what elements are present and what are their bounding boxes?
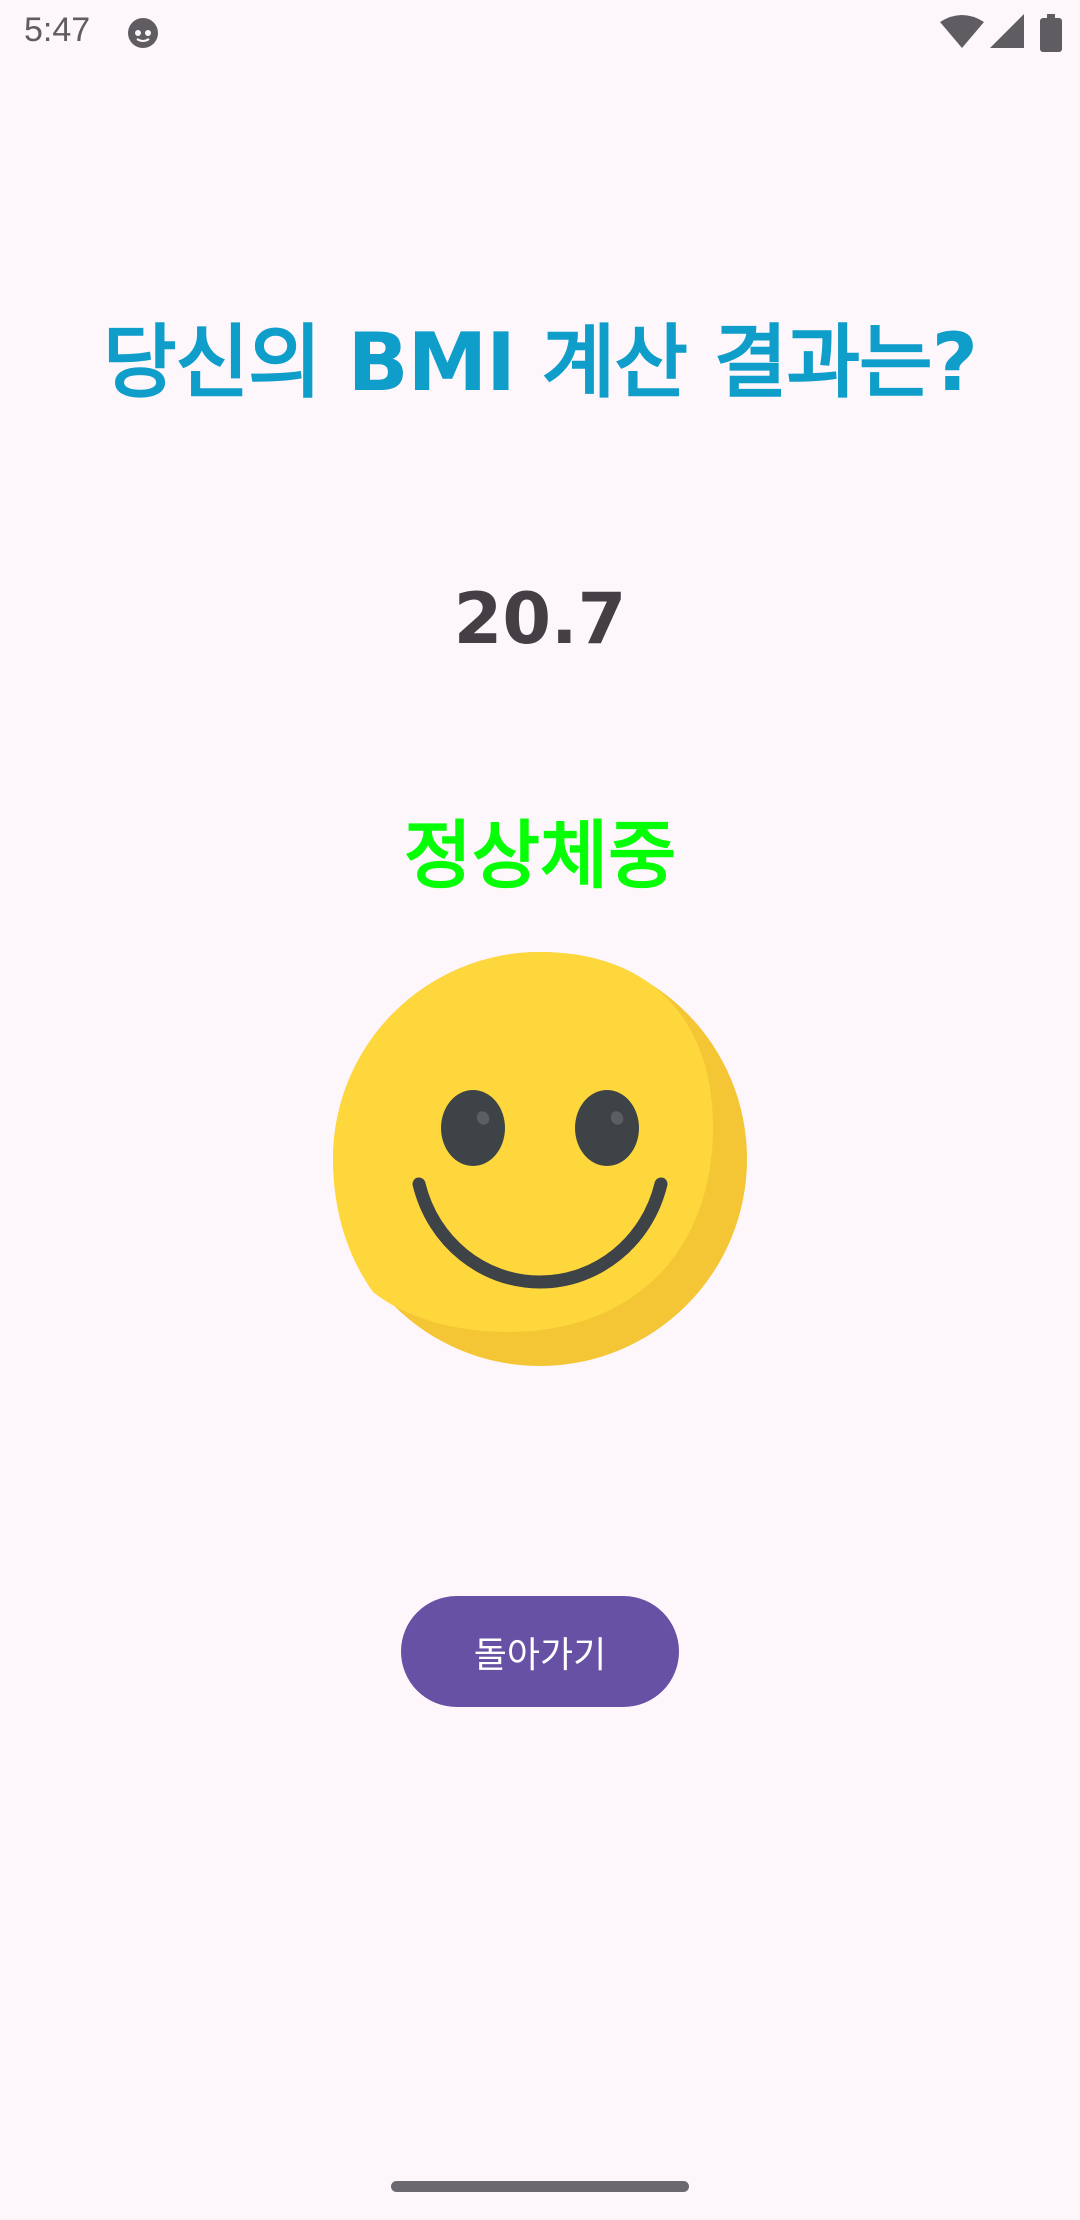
- wifi-icon: [940, 15, 984, 48]
- status-time: 5:47: [24, 11, 91, 49]
- status-icons: [920, 14, 1080, 54]
- bmi-category-label: 정상체중: [403, 813, 677, 899]
- status-bar: 5:47: [0, 0, 1080, 66]
- page-title: 당신의 BMI 계산 결과는?: [102, 316, 978, 409]
- back-button[interactable]: 돌아가기: [401, 1596, 679, 1707]
- android-cat-icon: [128, 18, 158, 48]
- smiling-face-icon: [333, 952, 747, 1366]
- cell-signal-icon: [990, 14, 1024, 48]
- battery-icon: [1040, 14, 1062, 52]
- bmi-value: 20.7: [453, 578, 627, 660]
- gesture-nav-handle[interactable]: [391, 2181, 689, 2192]
